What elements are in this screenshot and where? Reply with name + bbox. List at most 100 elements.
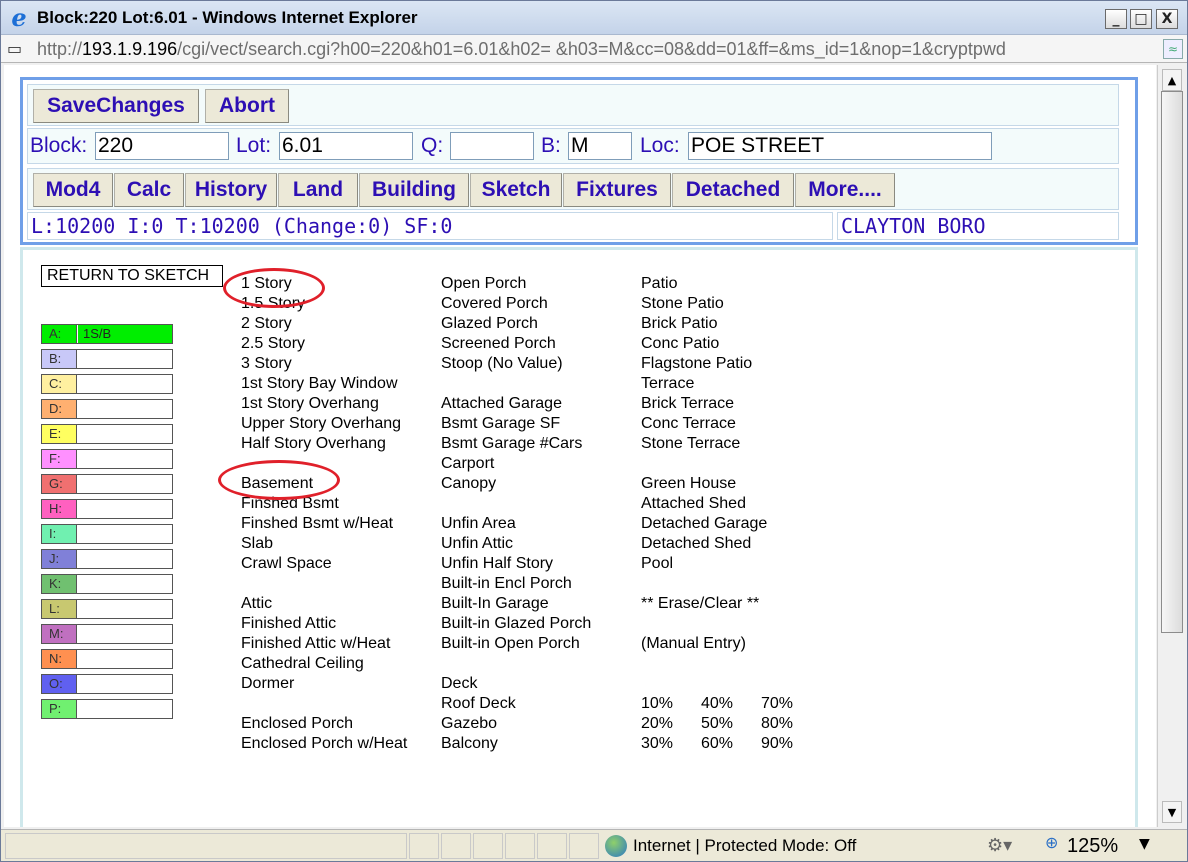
scroll-thumb[interactable] — [1161, 91, 1183, 633]
tab-land[interactable]: Land — [278, 173, 358, 207]
zoom-level[interactable]: 125% — [1067, 835, 1118, 858]
security-zone[interactable]: Internet | Protected Mode: Off — [633, 836, 856, 856]
component-option[interactable]: Stone Terrace — [641, 434, 740, 454]
component-option[interactable]: Brick Patio — [641, 314, 717, 334]
component-option[interactable]: Screened Porch — [441, 334, 556, 354]
component-option[interactable]: Finshed Bsmt w/Heat — [241, 514, 393, 534]
component-option[interactable]: Built-In Garage — [441, 594, 549, 614]
url-field[interactable]: http://193.1.9.196/cgi/vect/search.cgi?h… — [37, 38, 1155, 60]
component-option[interactable]: Gazebo — [441, 714, 497, 734]
maximize-button[interactable]: □ — [1130, 9, 1152, 29]
component-option[interactable]: Patio — [641, 274, 677, 294]
sketch-slot[interactable]: D: — [41, 399, 173, 419]
component-option[interactable]: 1st Story Bay Window — [241, 374, 398, 394]
slot-value[interactable]: 1S/B — [78, 325, 172, 343]
component-option[interactable]: Brick Terrace — [641, 394, 734, 414]
tab-calc[interactable]: Calc — [114, 173, 184, 207]
percent-option[interactable]: 10% — [641, 694, 673, 714]
component-option[interactable]: (Manual Entry) — [641, 634, 746, 654]
tab-more[interactable]: More.... — [795, 173, 895, 207]
sketch-slot[interactable]: M: — [41, 624, 173, 644]
component-option[interactable]: Slab — [241, 534, 273, 554]
component-option[interactable]: 2 Story — [241, 314, 292, 334]
sketch-slot[interactable]: G: — [41, 474, 173, 494]
component-option[interactable]: Unfin Area — [441, 514, 516, 534]
slot-value[interactable] — [78, 525, 172, 543]
slot-value[interactable] — [78, 500, 172, 518]
slot-value[interactable] — [78, 550, 172, 568]
close-button[interactable]: X — [1156, 9, 1178, 29]
component-option[interactable]: Terrace — [641, 374, 694, 394]
component-option[interactable]: Attached Garage — [441, 394, 562, 414]
sketch-slot[interactable]: A: 1S/B — [41, 324, 173, 344]
component-option[interactable]: Pool — [641, 554, 673, 574]
component-option[interactable]: Crawl Space — [241, 554, 332, 574]
zoom-dropdown-icon[interactable]: ▼ — [1139, 836, 1150, 852]
component-option[interactable]: Cathedral Ceiling — [241, 654, 364, 674]
component-option[interactable]: Glazed Porch — [441, 314, 538, 334]
percent-option[interactable]: 80% — [761, 714, 793, 734]
component-option[interactable]: Finished Attic — [241, 614, 336, 634]
component-option[interactable]: Detached Garage — [641, 514, 767, 534]
component-option[interactable]: Finished Attic w/Heat — [241, 634, 390, 654]
component-option[interactable]: Carport — [441, 454, 494, 474]
component-option[interactable]: Roof Deck — [441, 694, 516, 714]
percent-option[interactable]: 70% — [761, 694, 793, 714]
component-option[interactable]: Attached Shed — [641, 494, 746, 514]
sketch-slot[interactable]: K: — [41, 574, 173, 594]
component-option[interactable]: Enclosed Porch — [241, 714, 353, 734]
zoom-icon[interactable]: ⊕ — [1045, 833, 1058, 853]
tools-icon[interactable]: ⚙▾ — [987, 836, 1012, 856]
percent-option[interactable]: 50% — [701, 714, 733, 734]
sketch-slot[interactable]: B: — [41, 349, 173, 369]
percent-option[interactable]: 20% — [641, 714, 673, 734]
sketch-slot[interactable]: C: — [41, 374, 173, 394]
loc-input[interactable]: POE STREET — [688, 132, 992, 160]
component-option[interactable]: Covered Porch — [441, 294, 548, 314]
component-option[interactable]: Upper Story Overhang — [241, 414, 401, 434]
component-option[interactable]: Built-in Open Porch — [441, 634, 580, 654]
sketch-slot[interactable]: H: — [41, 499, 173, 519]
component-option[interactable]: Stoop (No Value) — [441, 354, 563, 374]
return-to-sketch-link[interactable]: RETURN TO SKETCH — [41, 265, 223, 287]
tab-building[interactable]: Building — [359, 173, 469, 207]
slot-value[interactable] — [78, 375, 172, 393]
component-option[interactable]: Conc Terrace — [641, 414, 736, 434]
percent-option[interactable]: 30% — [641, 734, 673, 754]
b-input[interactable]: M — [568, 132, 632, 160]
component-option[interactable]: Bsmt Garage SF — [441, 414, 560, 434]
component-option[interactable]: Conc Patio — [641, 334, 719, 354]
component-option[interactable]: Green House — [641, 474, 736, 494]
component-option[interactable]: Canopy — [441, 474, 496, 494]
slot-value[interactable] — [78, 450, 172, 468]
component-option[interactable]: Flagstone Patio — [641, 354, 752, 374]
percent-option[interactable]: 90% — [761, 734, 793, 754]
component-option[interactable]: Deck — [441, 674, 477, 694]
component-option[interactable]: Half Story Overhang — [241, 434, 386, 454]
component-option[interactable]: Balcony — [441, 734, 498, 754]
sketch-slot[interactable]: F: — [41, 449, 173, 469]
component-option[interactable]: Built-in Glazed Porch — [441, 614, 591, 634]
slot-value[interactable] — [78, 425, 172, 443]
slot-value[interactable] — [78, 600, 172, 618]
scroll-up-arrow-icon[interactable]: ▲ — [1162, 69, 1182, 91]
percent-option[interactable]: 60% — [701, 734, 733, 754]
slot-value[interactable] — [78, 400, 172, 418]
slot-value[interactable] — [78, 625, 172, 643]
slot-value[interactable] — [78, 675, 172, 693]
tab-sketch[interactable]: Sketch — [470, 173, 562, 207]
component-option[interactable]: Dormer — [241, 674, 294, 694]
vertical-scrollbar[interactable]: ▲ ▼ — [1157, 65, 1185, 827]
q-input[interactable] — [450, 132, 534, 160]
component-option[interactable]: Unfin Attic — [441, 534, 513, 554]
sketch-slot[interactable]: I: — [41, 524, 173, 544]
tab-mod4[interactable]: Mod4 — [33, 173, 113, 207]
sketch-slot[interactable]: O: — [41, 674, 173, 694]
component-option[interactable]: ** Erase/Clear ** — [641, 594, 759, 614]
component-option[interactable]: 3 Story — [241, 354, 292, 374]
slot-value[interactable] — [78, 475, 172, 493]
sketch-slot[interactable]: L: — [41, 599, 173, 619]
address-bar[interactable]: ▭ http://193.1.9.196/cgi/vect/search.cgi… — [1, 35, 1187, 63]
percent-option[interactable]: 40% — [701, 694, 733, 714]
abort-button[interactable]: Abort — [205, 89, 289, 123]
